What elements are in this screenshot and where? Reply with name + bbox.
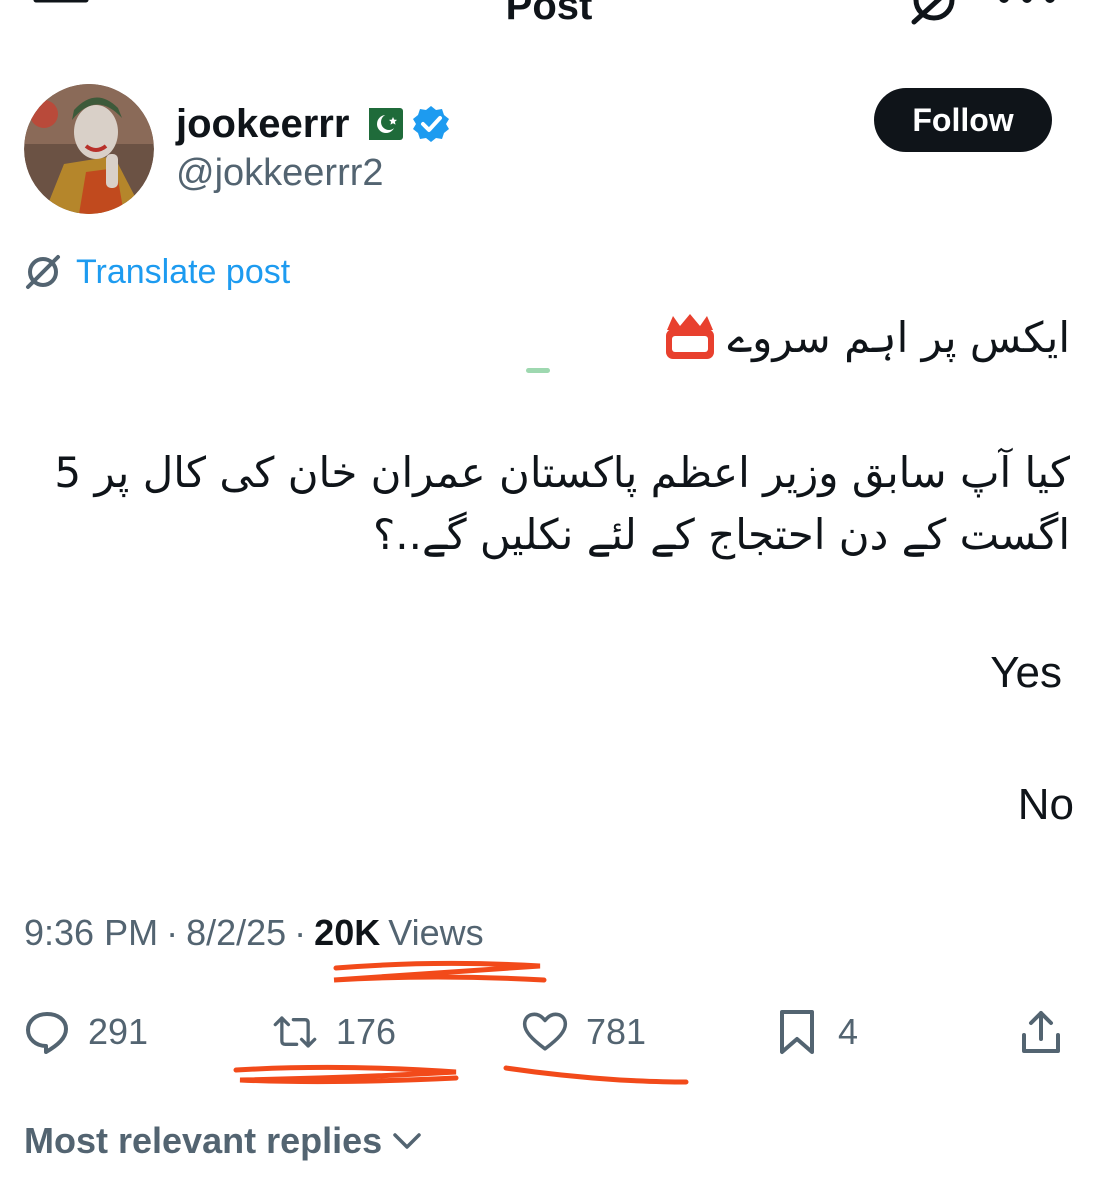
like-button[interactable]: 781 [522, 1006, 646, 1058]
repost-underline-annotation [233, 1064, 459, 1085]
bookmark-icon [780, 1010, 814, 1054]
pakistan-flag-icon [357, 108, 404, 140]
reply-count: 291 [88, 1011, 149, 1052]
post-text-question: کیا آپ سابق وزیر اعظم پاکستان عمران خان … [54, 448, 1070, 559]
post-text-line-1: ایکس پر اہم سروے [30, 312, 1070, 362]
repost-icon [273, 1016, 317, 1048]
display-name[interactable]: jookeerrr [176, 104, 349, 144]
post-date: 8/2/25 [186, 912, 287, 953]
author-name-row[interactable]: jookeerrr [176, 96, 451, 152]
bookmark-button[interactable]: 4 [774, 1006, 858, 1058]
views-count[interactable]: 20K [314, 912, 380, 954]
divider-mark [526, 368, 550, 373]
repost-button[interactable]: 176 [272, 1006, 396, 1058]
replies-sort-label: Most relevant replies [24, 1120, 383, 1161]
reply-button[interactable]: 291 [24, 1006, 148, 1058]
follow-button[interactable]: Follow [874, 88, 1052, 152]
post-time: 9:36 PM [24, 912, 159, 953]
repost-count: 176 [336, 1011, 397, 1052]
views-label[interactable]: Views [388, 912, 483, 954]
poll-option-yes: Yes [990, 648, 1062, 697]
verified-badge-icon [413, 106, 450, 142]
more-dots-icon[interactable] [996, 0, 1058, 16]
meta-separator: · [294, 912, 307, 953]
avatar[interactable] [24, 84, 154, 214]
views-underline-annotation [333, 960, 547, 983]
share-icon [1022, 1011, 1060, 1053]
grok-icon[interactable] [908, 0, 964, 30]
translate-label: Translate post [76, 252, 291, 291]
post-heading: ایکس پر اہم سروے [727, 312, 1070, 362]
author-handle[interactable]: @jokkeerrr2 [176, 152, 384, 195]
share-button[interactable] [1018, 1006, 1064, 1058]
chevron-down-icon [393, 1133, 421, 1149]
grok-translate-icon [26, 255, 60, 289]
reply-icon [26, 1012, 68, 1054]
translate-post-link[interactable]: Translate post [24, 248, 290, 296]
replies-sort-dropdown[interactable]: Most relevant replies [24, 1120, 422, 1162]
meta-separator: · [166, 912, 179, 953]
name-badge-emoji-icon [666, 314, 715, 359]
heart-icon [522, 1012, 568, 1051]
bookmark-count: 4 [838, 1011, 859, 1052]
post-meta: 9:36 PM · 8/2/25 · 20K Views [24, 912, 484, 954]
poll-option-no: No [1017, 780, 1074, 829]
like-count: 781 [586, 1011, 647, 1052]
like-underline-annotation [503, 1065, 689, 1085]
